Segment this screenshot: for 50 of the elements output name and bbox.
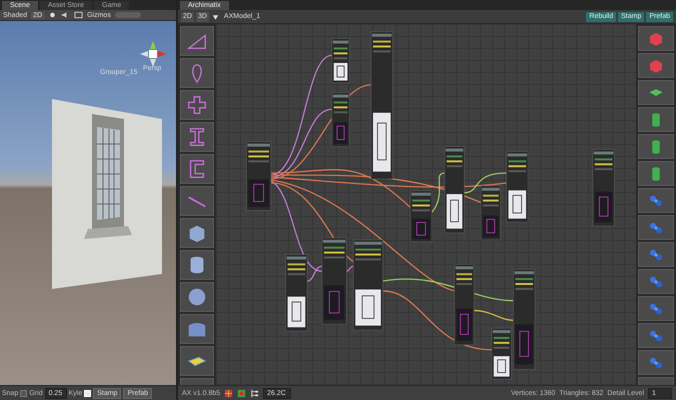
palette-tile[interactable] <box>638 350 674 375</box>
palette-tile[interactable] <box>180 154 214 184</box>
graph-node[interactable] <box>370 32 393 180</box>
palette-tile[interactable] <box>638 188 674 213</box>
palette-tile[interactable] <box>638 134 674 159</box>
palette-tile[interactable] <box>180 58 214 88</box>
graph-node[interactable] <box>246 141 272 211</box>
sphere-icon <box>186 286 208 308</box>
palette-tile[interactable] <box>180 218 214 248</box>
hierarchy-icon[interactable] <box>250 388 260 398</box>
graph-node[interactable] <box>592 149 615 226</box>
graph-node[interactable] <box>332 92 350 147</box>
palette-tile[interactable] <box>638 53 674 78</box>
graph-node[interactable] <box>410 190 432 242</box>
cross-icon <box>186 94 208 116</box>
graph-node[interactable] <box>506 151 528 222</box>
graph-node[interactable] <box>513 268 536 370</box>
graph-node[interactable] <box>285 254 308 332</box>
palette-tile[interactable] <box>638 161 674 186</box>
graph-node[interactable] <box>322 238 347 325</box>
palette-tile[interactable] <box>180 26 214 56</box>
palette-tile[interactable] <box>180 346 214 376</box>
graph-node[interactable] <box>480 186 501 240</box>
palette-tile[interactable] <box>638 26 674 51</box>
palette-tile[interactable] <box>180 90 214 120</box>
palette-tile[interactable] <box>180 250 214 280</box>
kyle-checkbox[interactable] <box>84 390 92 396</box>
palette-tile[interactable] <box>638 242 674 267</box>
palette-tile[interactable] <box>180 186 214 216</box>
block-icon[interactable] <box>237 388 246 398</box>
graph-node[interactable] <box>454 264 474 346</box>
palette-tile[interactable] <box>180 314 214 344</box>
palette-tile[interactable] <box>638 323 674 348</box>
image-icon[interactable] <box>74 11 84 19</box>
graph-node[interactable] <box>353 240 384 330</box>
node-canvas[interactable] <box>216 24 636 385</box>
graph-node[interactable] <box>332 38 350 84</box>
sun-icon[interactable] <box>48 11 58 19</box>
palette-tile[interactable] <box>638 107 674 132</box>
palette-tile[interactable] <box>638 80 674 105</box>
graph-node[interactable] <box>491 328 512 380</box>
snap-checkbox[interactable] <box>20 390 28 396</box>
graph-node[interactable] <box>444 146 465 234</box>
palette-tile[interactable] <box>638 296 674 321</box>
palette-tile[interactable] <box>638 215 674 240</box>
grid-icon[interactable] <box>224 388 234 398</box>
palette-tile[interactable] <box>638 269 674 294</box>
caret-icon[interactable] <box>210 12 220 20</box>
palette-tile[interactable] <box>180 282 214 312</box>
palette-tile[interactable] <box>180 122 214 152</box>
